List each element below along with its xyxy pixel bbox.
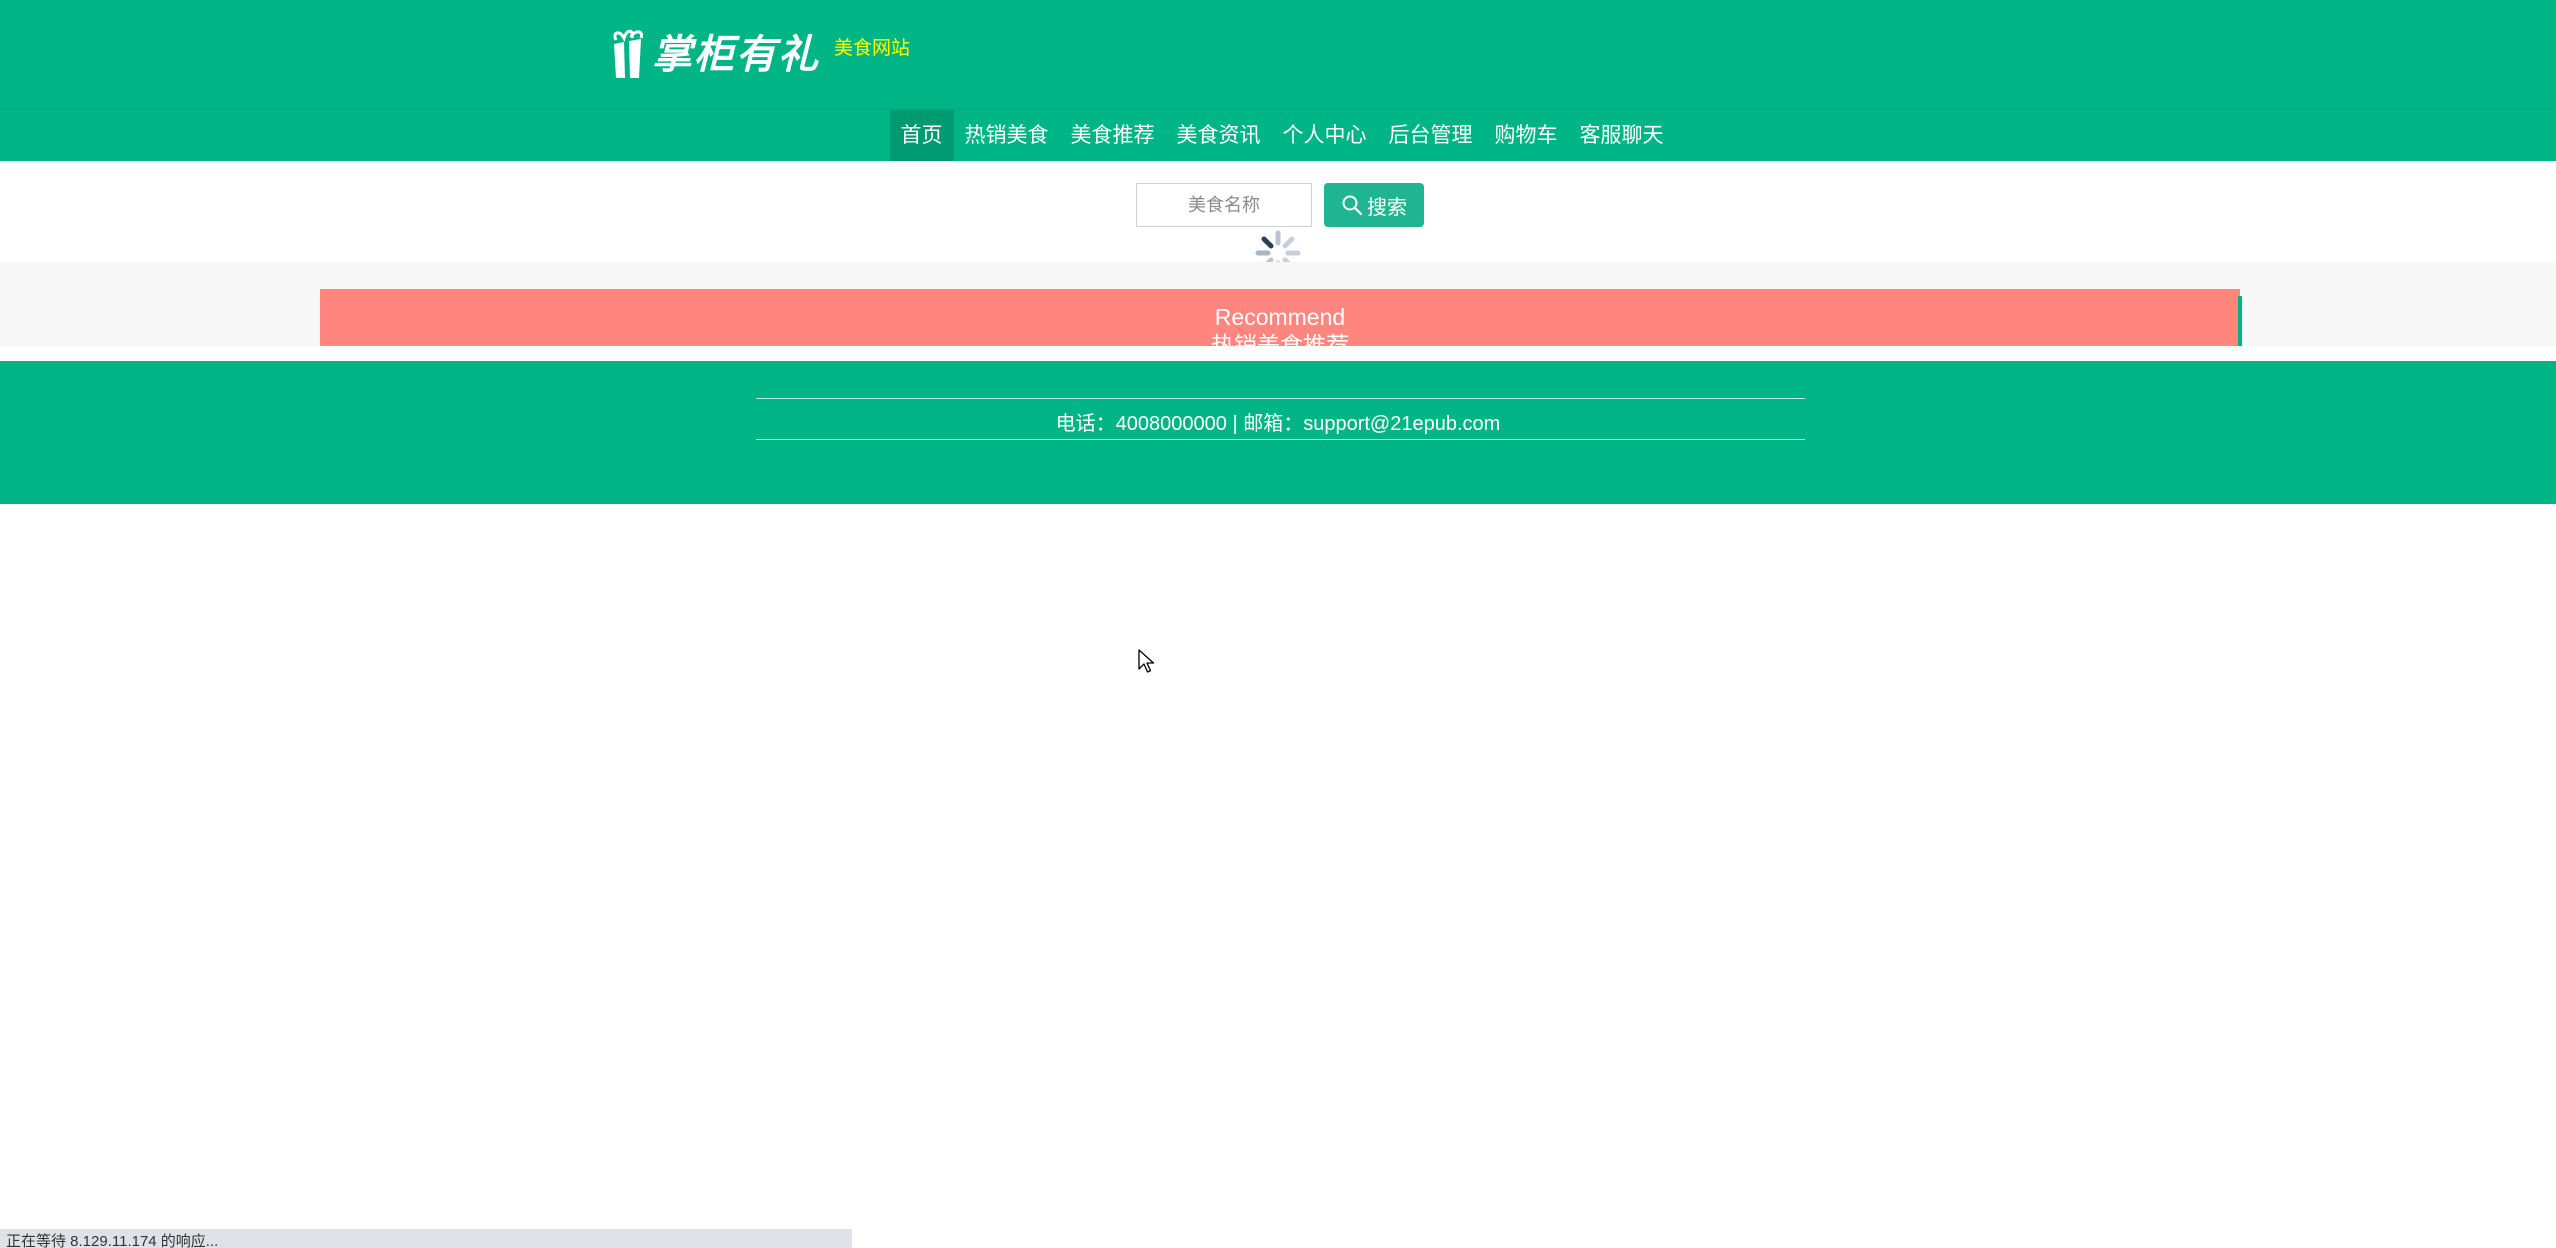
- nav-item-customer-chat[interactable]: 客服聊天: [1569, 110, 1675, 161]
- recommend-title: Recommend: [1214, 304, 1346, 330]
- search-icon: [1342, 195, 1363, 216]
- site-footer: 电话：4008000000 | 邮箱：support@21epub.com: [0, 361, 2556, 504]
- nav-item-home[interactable]: 首页: [889, 110, 954, 161]
- nav-item-personal-center[interactable]: 个人中心: [1272, 110, 1378, 161]
- footer-contact: 电话：4008000000 | 邮箱：support@21epub.com: [1055, 413, 1501, 435]
- nav-item-cart[interactable]: 购物车: [1484, 110, 1569, 161]
- footer-divider-top: [756, 398, 1805, 399]
- footer-divider-bottom: [756, 439, 1805, 440]
- gift-logo-icon: [613, 29, 644, 78]
- search-button-label: 搜索: [1367, 196, 1407, 219]
- nav-item-food-news[interactable]: 美食资讯: [1166, 110, 1272, 161]
- nav-item-admin[interactable]: 后台管理: [1378, 110, 1484, 161]
- nav-item-food-recommend[interactable]: 美食推荐: [1060, 110, 1166, 161]
- recommend-banner: Recommend 热销美食推荐: [320, 289, 2240, 346]
- search-input[interactable]: [1136, 183, 1312, 227]
- recommend-edge: [2238, 296, 2242, 346]
- search-bar: 搜索: [1136, 183, 1424, 227]
- logo-text: 掌柜有礼: [652, 31, 820, 78]
- mouse-cursor-icon: [1138, 649, 1155, 673]
- main-nav: 首页 热销美食 美食推荐 美食资讯 个人中心 后台管理 购物车 客服聊天: [0, 109, 2556, 161]
- browser-status-bar: 正在等待 8.129.11.174 的响应...: [0, 1229, 852, 1248]
- nav-item-hot-food[interactable]: 热销美食: [954, 110, 1060, 161]
- recommend-subtitle: 热销美食推荐: [1211, 332, 1349, 346]
- site-subtitle: 美食网站: [834, 38, 911, 59]
- search-button[interactable]: 搜索: [1324, 183, 1424, 227]
- site-header: 掌柜有礼 美食网站: [0, 0, 2556, 109]
- site-logo[interactable]: 掌柜有礼 美食网站: [608, 28, 910, 80]
